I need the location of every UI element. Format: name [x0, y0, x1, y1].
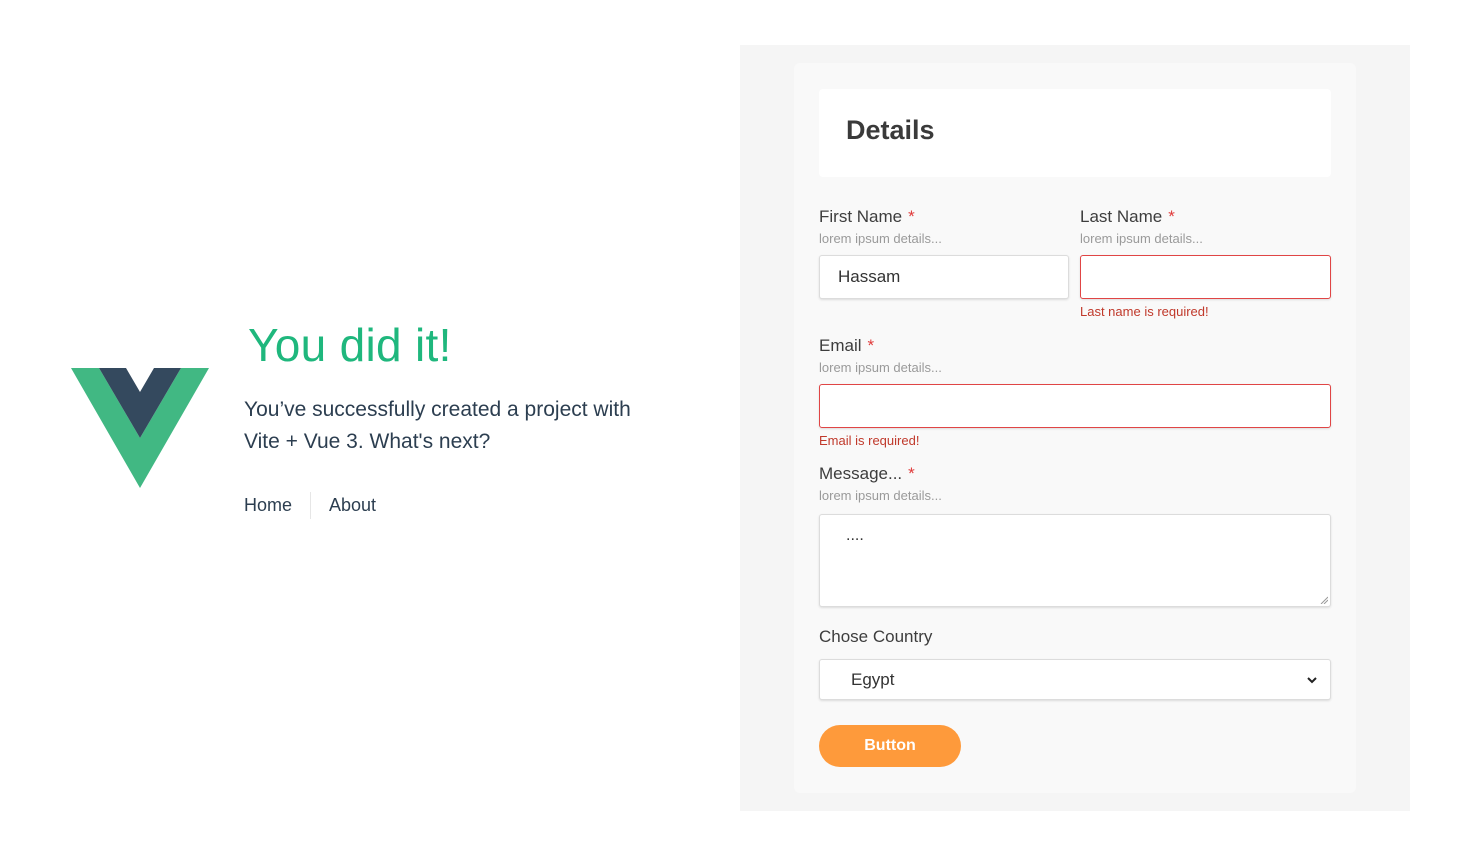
- form-panel: Details First Name * lorem ipsum details.…: [740, 45, 1410, 811]
- first-name-label: First Name *: [819, 207, 1069, 227]
- email-label: Email *: [819, 336, 1331, 356]
- first-name-input[interactable]: Hassam: [819, 255, 1069, 299]
- nav-home-link[interactable]: Home: [244, 492, 310, 519]
- message-field: Message... * lorem ipsum details... ....: [819, 464, 1331, 607]
- country-selected-value: Egypt: [851, 669, 895, 689]
- vue-link[interactable]: Vue 3: [304, 430, 358, 453]
- chevron-down-icon: [1307, 676, 1317, 683]
- last-name-label: Last Name *: [1080, 207, 1331, 227]
- required-asterisk: *: [908, 464, 915, 483]
- email-field: Email * lorem ipsum details... Email is r…: [819, 336, 1331, 449]
- vite-link[interactable]: Vite: [244, 430, 280, 453]
- hero-title: You did it!: [248, 319, 452, 371]
- required-asterisk: *: [908, 207, 915, 226]
- message-value: ....: [846, 527, 864, 544]
- message-label: Message... *: [819, 464, 1331, 484]
- last-name-input[interactable]: [1080, 255, 1331, 299]
- last-name-error: Last name is required!: [1080, 304, 1209, 319]
- hero-subtitle: You’ve successfully created a project wi…: [244, 394, 664, 458]
- country-field: Chose Country Egypt: [819, 627, 1331, 700]
- resize-handle-icon[interactable]: [1320, 596, 1328, 604]
- email-label-text: Email: [819, 336, 862, 355]
- required-asterisk: *: [867, 336, 875, 355]
- last-name-help: lorem ipsum details...: [1080, 231, 1203, 246]
- hero-subtitle-end: . What's next?: [357, 430, 491, 453]
- email-error: Email is required!: [819, 433, 920, 448]
- form-title: Details: [846, 115, 935, 145]
- submit-button[interactable]: Button: [819, 725, 961, 767]
- message-help: lorem ipsum details...: [819, 488, 942, 503]
- message-label-text: Message...: [819, 464, 903, 483]
- first-name-field: First Name * lorem ipsum details... Hassa…: [819, 207, 1069, 299]
- form-card: Details First Name * lorem ipsum details.…: [794, 63, 1356, 793]
- message-textarea[interactable]: ....: [819, 514, 1331, 607]
- last-name-label-text: Last Name: [1080, 207, 1163, 226]
- email-input[interactable]: [819, 384, 1331, 428]
- first-name-label-text: First Name: [819, 207, 903, 226]
- main-nav: Home About: [244, 492, 394, 519]
- card-header: Details: [819, 89, 1331, 177]
- first-name-help: lorem ipsum details...: [819, 231, 942, 246]
- email-help: lorem ipsum details...: [819, 360, 942, 375]
- first-name-value: Hassam: [838, 267, 901, 286]
- country-select[interactable]: Egypt: [819, 659, 1331, 700]
- plus-sign: +: [285, 430, 298, 453]
- vue-logo-icon: [71, 368, 209, 488]
- required-asterisk: *: [1168, 207, 1175, 226]
- country-label: Chose Country: [819, 627, 933, 646]
- nav-about-link[interactable]: About: [310, 492, 394, 519]
- hero-subtitle-text: You’ve successfully created a project wi…: [244, 398, 631, 421]
- last-name-field: Last Name * lorem ipsum details... Last n…: [1080, 207, 1331, 320]
